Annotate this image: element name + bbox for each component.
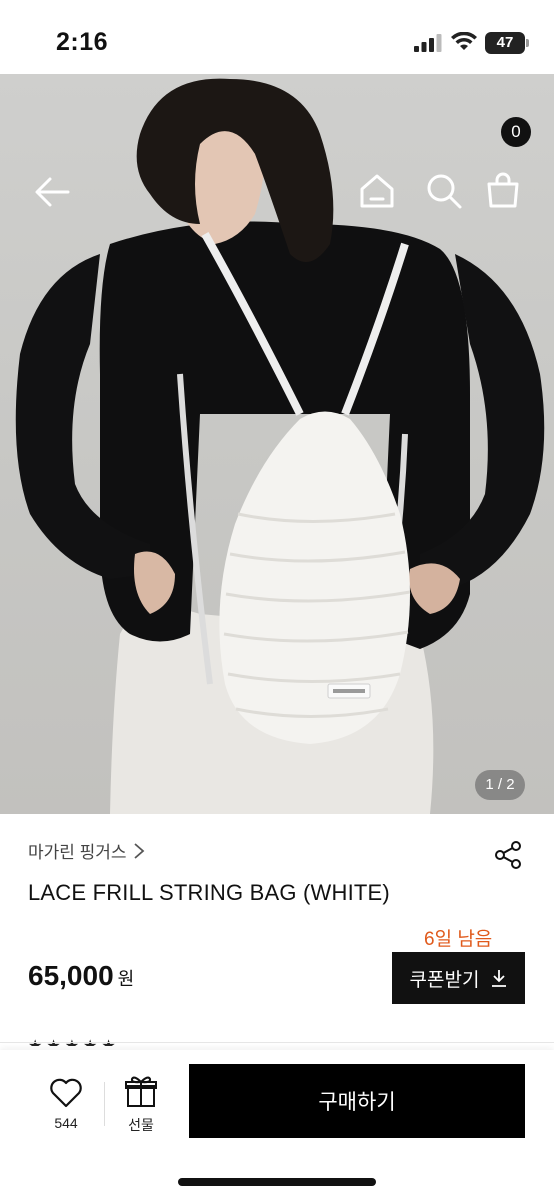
- coupon-label: 쿠폰받기: [409, 969, 480, 991]
- gift-label: 선물: [128, 1117, 154, 1133]
- battery-tip: [526, 39, 529, 47]
- coupon-download-button[interactable]: 쿠폰받기: [392, 952, 525, 1004]
- gift-icon: [125, 1076, 157, 1107]
- home-icon[interactable]: [358, 172, 396, 210]
- divider: [0, 1042, 554, 1043]
- shopping-bag-icon[interactable]: [486, 172, 520, 208]
- cellular-signal-icon: [414, 34, 442, 52]
- gift-button[interactable]: 선물: [115, 1074, 167, 1135]
- product-price: 65,000 원: [28, 960, 134, 992]
- cart-count-badge[interactable]: 0: [501, 117, 531, 147]
- price-value: 65,000: [28, 960, 114, 991]
- chevron-right-icon: [133, 842, 144, 859]
- like-count: 544: [54, 1115, 78, 1131]
- divider: [104, 1082, 105, 1126]
- buy-button[interactable]: 구매하기: [189, 1064, 525, 1138]
- heart-icon: [50, 1078, 82, 1108]
- search-icon[interactable]: [425, 172, 463, 210]
- share-icon[interactable]: [493, 840, 523, 870]
- brand-name: 마가린 핑거스: [28, 843, 127, 862]
- status-bar: 2:16 47: [0, 0, 554, 74]
- back-icon[interactable]: [34, 174, 70, 210]
- review-stars: ★★★★★: [28, 1036, 120, 1046]
- download-icon: [492, 970, 507, 987]
- product-title: LACE FRILL STRING BAG (WHITE): [28, 880, 390, 905]
- like-button[interactable]: 544: [40, 1078, 92, 1131]
- wifi-icon: [451, 32, 477, 50]
- coupon-days-left: 6일 남음: [424, 929, 493, 950]
- product-photo: [15, 78, 545, 814]
- brand-link[interactable]: 마가린 핑거스: [28, 838, 145, 863]
- product-image[interactable]: [0, 74, 554, 814]
- image-pager: 1 / 2: [475, 770, 525, 800]
- battery-level: 47: [496, 34, 514, 51]
- price-currency: 원: [117, 969, 135, 989]
- home-indicator: [178, 1178, 376, 1186]
- status-time: 2:16: [56, 28, 109, 56]
